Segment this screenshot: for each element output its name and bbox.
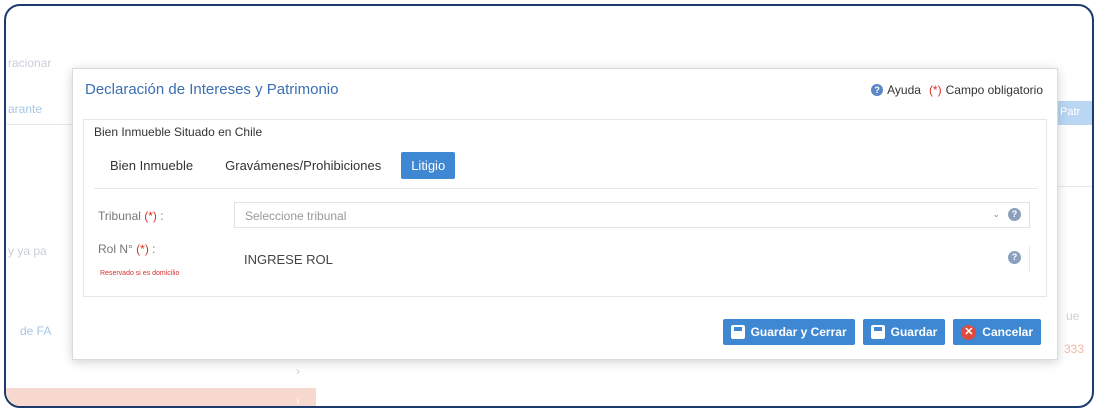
chevron-right-icon: ›: [296, 394, 300, 408]
background-fragment: racionar: [8, 56, 52, 70]
chevron-down-icon[interactable]: ⌄: [992, 209, 1000, 220]
background-highlight-row: ›: [6, 388, 316, 408]
tab-litigio[interactable]: Litigio: [401, 151, 456, 179]
tribunal-select[interactable]: Seleccione tribunal ⌄ ?: [234, 202, 1030, 228]
save-and-close-button[interactable]: Guardar y Cerrar: [722, 319, 855, 345]
rol-input-value: INGRESE ROL: [244, 252, 333, 267]
section-title: Bien Inmueble Situado en Chile: [94, 125, 263, 139]
info-icon[interactable]: ?: [1008, 251, 1021, 264]
window-frame: racionar arante y ya pa de FA Patr ue 33…: [4, 4, 1094, 408]
declaration-dialog: Declaración de Intereses y Patrimonio ? …: [72, 68, 1058, 360]
label-suffix: :: [160, 209, 164, 223]
required-mark: (*): [144, 209, 157, 223]
floppy-disk-icon: [870, 325, 885, 339]
tab-divider: [94, 188, 1038, 189]
help-area: ? Ayuda (*) Campo obligatorio: [871, 83, 1043, 97]
property-panel: Bien Inmueble Situado en Chile Bien Inmu…: [83, 119, 1047, 297]
dialog-title: Declaración de Intereses y Patrimonio: [85, 81, 339, 98]
save-and-close-label: Guardar y Cerrar: [750, 325, 847, 339]
cancel-button[interactable]: ✕ Cancelar: [953, 319, 1041, 345]
label-suffix: :: [152, 242, 156, 256]
save-label: Guardar: [890, 325, 938, 339]
required-mark: (*): [136, 242, 149, 256]
tribunal-label-text: Tribunal: [98, 209, 141, 223]
required-legend: Campo obligatorio: [945, 83, 1043, 97]
close-icon: ✕: [961, 324, 977, 340]
save-button[interactable]: Guardar: [862, 319, 946, 345]
screen: racionar arante y ya pa de FA Patr ue 33…: [0, 0, 1094, 408]
floppy-disk-icon: [730, 325, 745, 339]
dialog-actions: Guardar y Cerrar Guardar ✕ Cancelar: [722, 319, 1041, 345]
rol-label: Rol N° (*) :: [98, 242, 156, 256]
tribunal-label: Tribunal (*) :: [98, 209, 164, 223]
background-fragment: y ya pa: [8, 244, 47, 258]
rol-input[interactable]: INGRESE ROL ?: [234, 246, 1030, 272]
help-link[interactable]: Ayuda: [887, 83, 921, 97]
chevron-right-icon: ›: [296, 364, 300, 378]
background-divider: [1054, 186, 1092, 187]
tab-bar: Bien Inmueble Gravámenes/Prohibiciones L…: [94, 150, 456, 180]
tab-bien-inmueble[interactable]: Bien Inmueble: [94, 152, 209, 179]
tribunal-select-placeholder: Seleccione tribunal: [245, 209, 347, 223]
rol-label-text: Rol N°: [98, 242, 133, 256]
info-icon[interactable]: ?: [1008, 208, 1021, 221]
tab-gravamenes-prohibiciones[interactable]: Gravámenes/Prohibiciones: [209, 152, 397, 179]
cancel-label: Cancelar: [982, 325, 1033, 339]
background-fragment: ue: [1066, 309, 1080, 323]
background-fragment: arante: [8, 102, 43, 116]
background-button: Patr: [1054, 101, 1092, 125]
help-icon[interactable]: ?: [871, 84, 884, 96]
rol-input-icons: ?: [1008, 251, 1021, 264]
rol-reserved-note: Reservado si es domicilio: [100, 270, 180, 277]
tribunal-select-icons: ⌄ ?: [992, 208, 1021, 221]
background-fragment: 333: [1064, 342, 1085, 356]
background-divider: [6, 124, 76, 125]
background-fragment: de FA: [20, 324, 52, 338]
required-mark: (*): [928, 83, 942, 97]
